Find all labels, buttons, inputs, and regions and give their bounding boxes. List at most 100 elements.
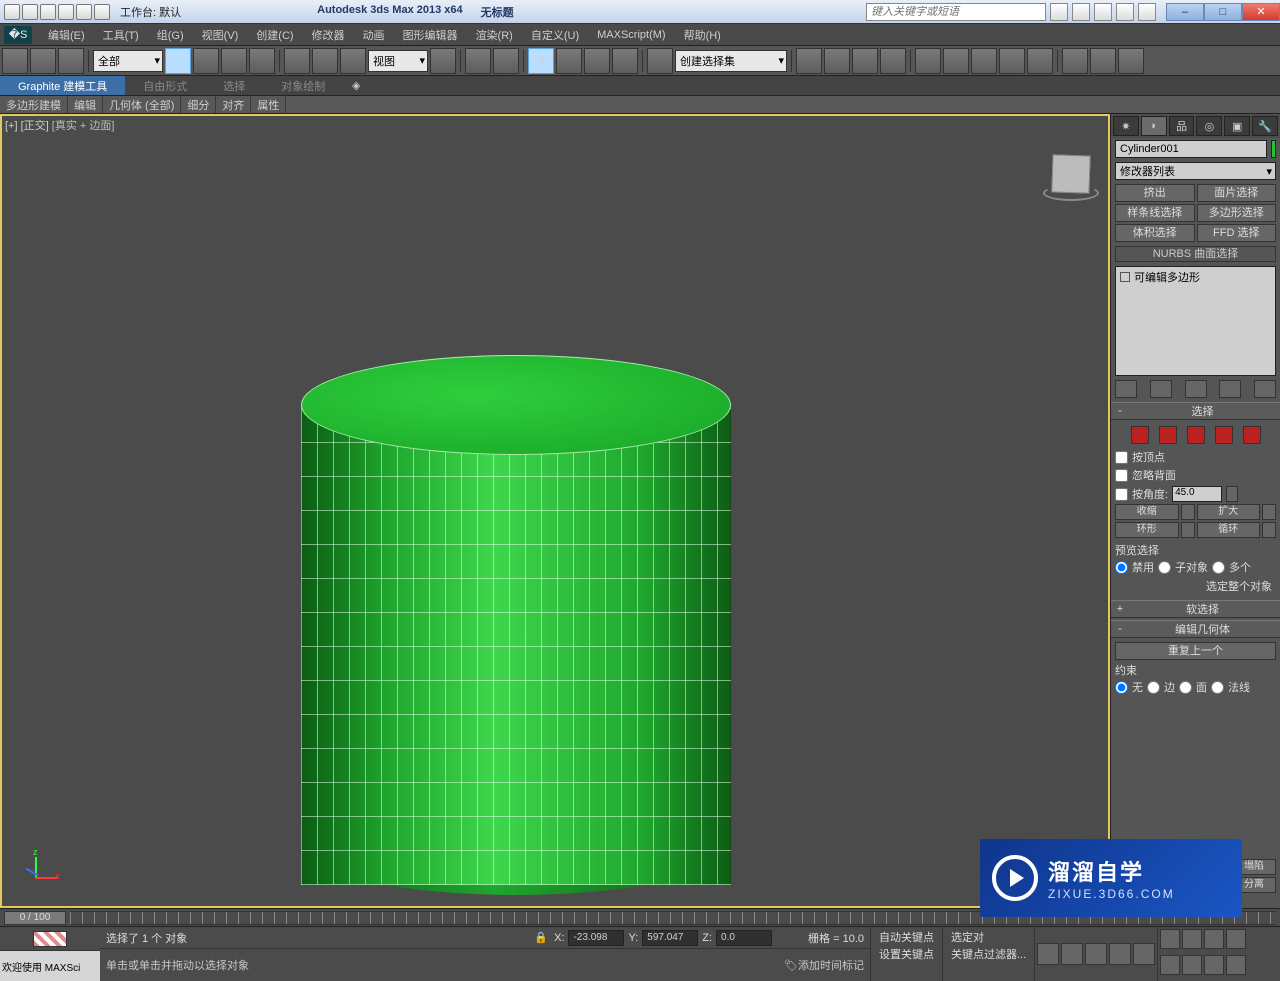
ribbon-tab-selection[interactable]: 选择	[205, 76, 263, 95]
select-object-icon[interactable]	[165, 48, 191, 74]
communication-icon[interactable]	[1072, 3, 1090, 21]
ring-spinner[interactable]	[1181, 522, 1195, 538]
help-icon[interactable]	[1138, 3, 1156, 21]
coord-y-input[interactable]: 597.047	[642, 930, 698, 946]
stack-item-editable-poly[interactable]: 可编辑多边形	[1120, 269, 1271, 285]
ref-coord-dropdown[interactable]: 视图	[368, 50, 428, 72]
radio-constraint-normal[interactable]: 法线	[1211, 678, 1250, 696]
rollout-editgeometry-header[interactable]: -编辑几何体	[1111, 620, 1280, 638]
curve-editor-icon[interactable]	[880, 48, 906, 74]
tab-create-icon[interactable]: ✷	[1113, 116, 1139, 136]
subobj-edge-icon[interactable]	[1159, 426, 1177, 444]
mini-listener[interactable]: 欢迎使用 MAXSci	[0, 951, 100, 981]
btn-nurbs-select[interactable]: NURBS 曲面选择	[1115, 246, 1276, 262]
render-icon[interactable]	[1027, 48, 1053, 74]
open-icon[interactable]	[22, 4, 38, 20]
viewcube[interactable]	[1045, 151, 1097, 203]
pan-icon[interactable]	[1182, 955, 1202, 975]
coord-z-input[interactable]: 0.0	[716, 930, 772, 946]
select-link-icon[interactable]	[2, 48, 28, 74]
zoom-all-icon[interactable]	[1182, 929, 1202, 949]
next-frame-icon[interactable]	[1109, 943, 1131, 965]
radio-constraint-edge[interactable]: 边	[1147, 678, 1175, 696]
select-by-name-icon[interactable]	[193, 48, 219, 74]
play-icon[interactable]	[1085, 943, 1107, 965]
snap-toggle-icon[interactable]: 3	[528, 48, 554, 74]
autokey-toggle[interactable]: 自动关键点	[873, 929, 940, 945]
btn-vol-select[interactable]: 体积选择	[1115, 224, 1195, 242]
mirror-icon[interactable]	[796, 48, 822, 74]
subtab-geometry[interactable]: 几何体 (全部)	[103, 96, 181, 113]
modifier-list-dropdown[interactable]: 修改器列表	[1115, 162, 1276, 180]
lock-selection-icon[interactable]: 🔒	[534, 931, 548, 944]
max-toggle-icon[interactable]	[1226, 955, 1246, 975]
new-icon[interactable]	[4, 4, 20, 20]
btn-shrink[interactable]: 收缩	[1115, 504, 1179, 520]
viewport-label-view[interactable]: [+] [正交]	[5, 120, 49, 132]
rendered-frame-icon[interactable]	[999, 48, 1025, 74]
stack-expand-icon[interactable]	[1120, 272, 1130, 282]
zoom-icon[interactable]	[1160, 929, 1180, 949]
signin-icon[interactable]	[1116, 3, 1134, 21]
setkey-toggle[interactable]: 设置关键点	[873, 946, 940, 962]
modifier-stack[interactable]: 可编辑多边形	[1115, 266, 1276, 376]
orbit-icon[interactable]	[1204, 955, 1224, 975]
menu-tools[interactable]: 工具(T)	[95, 25, 147, 45]
selection-filter-dropdown[interactable]: 全部	[93, 50, 163, 72]
prev-frame-icon[interactable]	[1061, 943, 1083, 965]
time-slider-handle[interactable]: 0 / 100	[4, 911, 66, 925]
subobj-border-icon[interactable]	[1187, 426, 1205, 444]
app-logo-icon[interactable]: �S	[4, 26, 32, 44]
angle-spinner[interactable]	[1226, 486, 1238, 502]
undo-icon[interactable]	[58, 4, 74, 20]
workspace-dropdown[interactable]: 工作台: 默认	[114, 4, 187, 20]
tab-modify-icon[interactable]: ◗	[1141, 116, 1167, 136]
radio-constraint-face[interactable]: 面	[1179, 678, 1207, 696]
time-tag-icon[interactable]: 🏷	[784, 959, 798, 972]
rect-select-icon[interactable]	[221, 48, 247, 74]
menu-grapheditors[interactable]: 图形编辑器	[395, 25, 466, 45]
field-of-view-icon[interactable]	[1160, 955, 1180, 975]
coord-x-input[interactable]: -23.098	[568, 930, 624, 946]
pivot-icon[interactable]	[430, 48, 456, 74]
subobj-element-icon[interactable]	[1243, 426, 1261, 444]
subtab-subdiv[interactable]: 细分	[181, 96, 216, 113]
object-name-input[interactable]	[1115, 140, 1267, 158]
schematic-view-icon[interactable]	[915, 48, 941, 74]
close-button[interactable]: ✕	[1242, 3, 1280, 21]
viewport-label-shading[interactable]: [真实 + 边面]	[52, 120, 115, 132]
scene-object-cylinder[interactable]	[301, 355, 731, 895]
menu-rendering[interactable]: 渲染(R)	[468, 25, 521, 45]
edit-named-sel-icon[interactable]	[647, 48, 673, 74]
remove-modifier-icon[interactable]	[1219, 380, 1241, 398]
subobj-vertex-icon[interactable]	[1131, 426, 1149, 444]
radio-constraint-none[interactable]: 无	[1115, 678, 1143, 696]
bind-spacewarp-icon[interactable]	[58, 48, 84, 74]
menu-views[interactable]: 视图(V)	[194, 25, 247, 45]
teapot3-icon[interactable]	[1118, 48, 1144, 74]
maximize-button[interactable]: □	[1204, 3, 1242, 21]
ribbon-pin-icon[interactable]: ◈	[347, 76, 365, 95]
subscription-icon[interactable]	[1050, 3, 1068, 21]
subtab-props[interactable]: 属性	[251, 96, 286, 113]
menu-modifiers[interactable]: 修改器	[304, 25, 353, 45]
btn-ring[interactable]: 环形	[1115, 522, 1179, 538]
render-setup-icon[interactable]	[971, 48, 997, 74]
ribbon-tab-freeform[interactable]: 自由形式	[125, 76, 205, 95]
subtab-align[interactable]: 对齐	[216, 96, 251, 113]
key-filters-button[interactable]: 关键点过滤器...	[945, 946, 1032, 962]
zoom-extents-icon[interactable]	[1204, 929, 1224, 949]
btn-loop[interactable]: 循环	[1197, 522, 1261, 538]
loop-spinner[interactable]	[1262, 522, 1276, 538]
save-icon[interactable]	[40, 4, 56, 20]
subtab-edit[interactable]: 编辑	[68, 96, 103, 113]
zoom-extents-all-icon[interactable]	[1226, 929, 1246, 949]
tab-utilities-icon[interactable]: 🔧	[1252, 116, 1278, 136]
btn-repeat-last[interactable]: 重复上一个	[1115, 642, 1276, 660]
btn-extrude[interactable]: 挤出	[1115, 184, 1195, 202]
redo-icon[interactable]	[76, 4, 92, 20]
angle-value-input[interactable]: 45.0	[1172, 486, 1222, 502]
ribbon-tab-graphite[interactable]: Graphite 建模工具	[0, 76, 125, 95]
subobj-polygon-icon[interactable]	[1215, 426, 1233, 444]
keyboard-shortcut-icon[interactable]	[493, 48, 519, 74]
